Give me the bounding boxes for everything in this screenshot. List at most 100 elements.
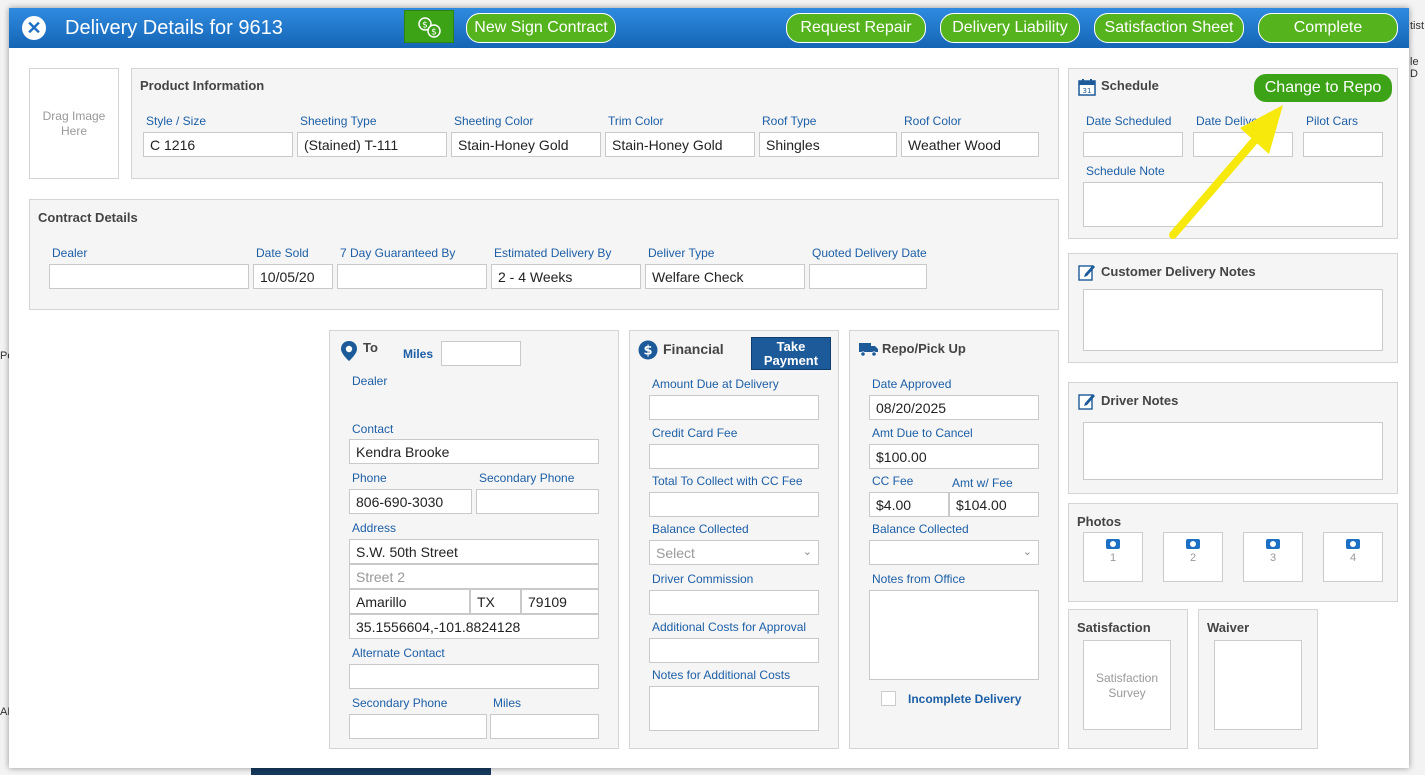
additional-costs-field[interactable] — [649, 638, 819, 663]
cc-fee-field[interactable]: $4.00 — [869, 492, 949, 517]
address-label: Address — [352, 521, 397, 535]
coins-icon: $ $ — [418, 17, 441, 38]
satisfaction-sheet-button[interactable]: Satisfaction Sheet — [1094, 13, 1244, 43]
cc-fee-label: Credit Card Fee — [652, 426, 738, 440]
alternate-contact-field[interactable] — [349, 664, 599, 689]
customer-delivery-notes-panel: Customer Delivery Notes — [1068, 253, 1398, 363]
date-sold-label: Date Sold — [256, 246, 309, 260]
balance-collected-select[interactable]: Select ⌄ — [649, 540, 819, 565]
phone-field[interactable]: 806-690-3030 — [349, 489, 472, 514]
close-icon[interactable]: ✕ — [22, 16, 46, 40]
sheeting-type-label: Sheeting Type — [300, 114, 377, 128]
photo-number: 4 — [1349, 552, 1357, 564]
alt-secondary-phone-field[interactable] — [349, 714, 487, 739]
truck-icon — [859, 343, 878, 357]
satisfaction-panel: Satisfaction Satisfaction Survey — [1068, 609, 1188, 749]
photo-slot[interactable]: 1 — [1083, 532, 1143, 582]
city-field[interactable]: Amarillo — [349, 589, 470, 614]
driver-notes-field[interactable] — [1083, 422, 1383, 480]
take-payment-button[interactable]: Take Payment — [751, 337, 831, 370]
alternate-contact-label: Alternate Contact — [352, 646, 445, 660]
date-delivered-label: Date Delivered — [1196, 114, 1276, 128]
contact-field[interactable]: Kendra Brooke — [349, 439, 599, 464]
additional-costs-label: Additional Costs for Approval — [652, 620, 807, 634]
panel-title: Financial — [663, 341, 724, 357]
camera-icon — [1266, 539, 1280, 549]
cc-fee-field[interactable] — [649, 444, 819, 469]
amount-due-field[interactable] — [649, 395, 819, 420]
incomplete-delivery-checkbox[interactable] — [881, 691, 896, 706]
quoted-delivery-field[interactable] — [809, 264, 927, 289]
panel-title: Customer Delivery Notes — [1101, 264, 1256, 279]
customer-delivery-notes-field[interactable] — [1083, 289, 1383, 351]
driver-commission-label: Driver Commission — [652, 572, 754, 586]
edit-icon — [1078, 265, 1095, 281]
satisfaction-survey-box[interactable]: Satisfaction Survey — [1083, 640, 1171, 730]
balance-collected-value: Select — [656, 545, 695, 561]
repo-pickup-panel: Repo/Pick Up Date Approved 08/20/2025 Am… — [849, 330, 1059, 749]
driver-commission-field[interactable] — [649, 590, 819, 615]
date-approved-field[interactable]: 08/20/2025 — [869, 395, 1039, 420]
schedule-note-label: Schedule Note — [1086, 164, 1165, 178]
change-to-repo-button[interactable]: Change to Repo — [1254, 74, 1392, 102]
background-text: le D — [1410, 56, 1419, 80]
svg-text:$: $ — [422, 21, 428, 31]
panel-title: Photos — [1077, 514, 1122, 529]
deliver-type-field[interactable]: Welfare Check — [645, 264, 805, 289]
dealer-field[interactable] — [49, 264, 249, 289]
guaranteed-by-field[interactable] — [337, 264, 487, 289]
amt-w-fee-label: Amt w/ Fee — [952, 476, 1013, 490]
money-button[interactable]: $ $ — [404, 10, 454, 43]
sheeting-color-label: Sheeting Color — [454, 114, 534, 128]
amt-w-fee-field[interactable]: $104.00 — [949, 492, 1039, 517]
date-scheduled-field[interactable] — [1083, 132, 1183, 157]
delivery-details-modal: ✕ Delivery Details for 9613 $ $ New Sign… — [9, 8, 1409, 768]
photo-slot[interactable]: 3 — [1243, 532, 1303, 582]
photo-slot[interactable]: 4 — [1323, 532, 1383, 582]
estimated-delivery-field[interactable]: 2 - 4 Weeks — [491, 264, 641, 289]
waiver-box[interactable] — [1214, 640, 1302, 730]
state-field[interactable]: TX — [470, 589, 521, 614]
new-sign-contract-button[interactable]: New Sign Contract — [466, 13, 616, 43]
alt-secondary-phone-label: Secondary Phone — [352, 696, 448, 710]
miles-field[interactable] — [441, 341, 521, 366]
date-sold-field[interactable]: 10/05/20 — [253, 264, 333, 289]
waiver-panel: Waiver — [1198, 609, 1318, 749]
roof-type-label: Roof Type — [762, 114, 817, 128]
date-delivered-field[interactable] — [1193, 132, 1293, 157]
street1-field[interactable]: S.W. 50th Street — [349, 539, 599, 564]
request-repair-button[interactable]: Request Repair — [786, 13, 926, 43]
financial-panel: $ Financial Amount Due at Delivery Credi… — [629, 330, 839, 749]
secondary-phone-field[interactable] — [476, 489, 599, 514]
dealer-label: Dealer — [352, 374, 388, 388]
phone-label: Phone — [352, 471, 387, 485]
alt-miles-field[interactable] — [490, 714, 599, 739]
calendar-icon: 31 — [1078, 79, 1096, 96]
roof-type-field[interactable]: Shingles — [759, 132, 897, 157]
roof-color-field[interactable]: Weather Wood — [901, 132, 1039, 157]
delivery-liability-button[interactable]: Delivery Liability — [940, 13, 1080, 43]
zip-field[interactable]: 79109 — [521, 589, 599, 614]
coordinates-field[interactable]: 35.1556604,-101.8824128 — [349, 614, 599, 639]
photo-slot[interactable]: 2 — [1163, 532, 1223, 582]
sheeting-color-field[interactable]: Stain-Honey Gold — [451, 132, 601, 157]
amt-due-cancel-field[interactable]: $100.00 — [869, 444, 1039, 469]
svg-text:$: $ — [643, 344, 652, 359]
pilot-cars-field[interactable] — [1303, 132, 1383, 157]
notes-office-field[interactable] — [869, 590, 1039, 680]
background-text: tist — [1410, 20, 1425, 32]
schedule-note-field[interactable] — [1083, 182, 1383, 227]
trim-color-field[interactable]: Stain-Honey Gold — [605, 132, 755, 157]
drag-image-area[interactable]: Drag Image Here — [29, 68, 119, 179]
sheeting-type-field[interactable]: (Stained) T-111 — [297, 132, 447, 157]
style-size-field[interactable]: C 1216 — [143, 132, 293, 157]
panel-title: Repo/Pick Up — [882, 341, 966, 356]
panel-title: To — [363, 340, 378, 355]
street2-field[interactable]: Street 2 — [349, 564, 599, 589]
repo-balance-collected-select[interactable]: ⌄ — [869, 540, 1039, 565]
total-cc-field[interactable] — [649, 492, 819, 517]
edit-icon — [1078, 394, 1095, 410]
notes-additional-field[interactable] — [649, 686, 819, 731]
complete-button[interactable]: Complete — [1258, 13, 1398, 43]
balance-collected-label: Balance Collected — [872, 522, 969, 536]
